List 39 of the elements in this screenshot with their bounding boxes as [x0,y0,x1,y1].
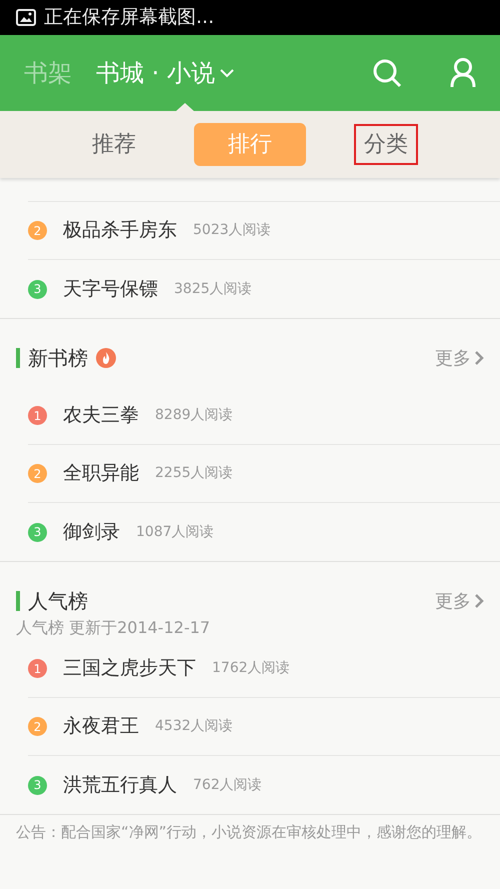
chevron-icon [475,351,484,365]
rank-badge: 2 [28,221,47,240]
book-title[interactable]: 洪荒五行真人 [63,770,177,800]
section-subtitle: 人气榜 更新于2014-12-17 [15,617,212,639]
rank-badge: 2 [28,717,47,736]
book-title[interactable]: 三国之虎步天下 [63,654,196,683]
read-count: 1762人阅读 [212,659,290,678]
notice-text: 公告：配合国家“净网”行动，小说资源在审核处理中，感谢您的理解。 [15,822,483,842]
rank-badge: 1 [28,659,47,678]
section-marker [16,348,20,368]
read-count: 2255人阅读 [155,464,233,483]
chevron-icon [475,594,484,608]
read-count: 1087人阅读 [136,522,214,542]
read-count: 3825人阅读 [174,280,252,298]
caret-icon [218,68,235,78]
section-title: 新书榜 [28,345,88,372]
rank-badge: 3 [28,522,47,542]
book-title[interactable]: 天字号保镖 [63,274,158,304]
read-count: 762人阅读 [193,776,262,794]
section-marker [16,591,20,611]
image-icon [16,9,36,26]
rank-badge: 2 [28,464,47,483]
rank-badge: 1 [28,406,47,425]
section-title: 人气榜 [28,588,88,615]
book-title[interactable]: 永夜君王 [63,712,139,741]
book-title[interactable]: 农夫三拳 [63,401,139,430]
rank-badge: 3 [28,280,47,298]
book-title[interactable]: 极品杀手房东 [63,216,177,245]
search-icon[interactable] [372,58,402,88]
book-title[interactable]: 全职异能 [63,459,139,488]
read-count: 4532人阅读 [155,717,233,736]
status-notification: 正在保存屏幕截图... [44,5,214,30]
read-count: 5023人阅读 [193,221,271,240]
book-title[interactable]: 御剑录 [63,518,120,546]
user-icon[interactable] [450,58,476,88]
tab[interactable]: 分类 [354,124,418,165]
tab[interactable]: 推荐 [82,124,146,165]
read-count: 8289人阅读 [155,406,233,425]
rank-badge: 3 [28,776,47,794]
